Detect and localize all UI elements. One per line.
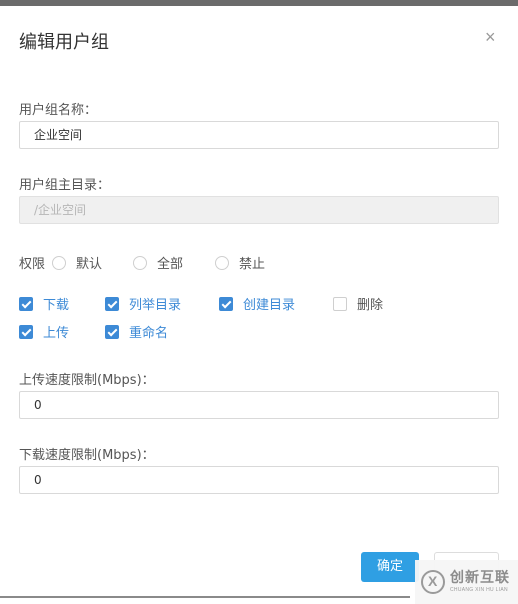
checkbox-list-directory-label: 列举目录: [129, 298, 182, 313]
radio-deny[interactable]: 禁止: [215, 253, 265, 272]
watermark-text-block: 创新互联 CHUANG XIN HU LIAN: [450, 571, 510, 593]
radio-circle-icon: [133, 255, 147, 270]
checkbox-download[interactable]: 下载: [19, 294, 69, 313]
checkbox-delete[interactable]: 删除: [333, 294, 383, 313]
group-name-input[interactable]: 企业空间: [19, 121, 499, 149]
close-icon[interactable]: ×: [485, 28, 496, 46]
download-limit-label: 下载速度限制(Mbps)：: [19, 448, 155, 463]
bottom-divider: [0, 596, 410, 598]
watermark-text: 创新互联: [450, 570, 510, 586]
checkbox-list-directory[interactable]: 列举目录: [105, 294, 181, 313]
home-dir-input: /企业空间: [19, 196, 499, 224]
home-dir-label: 用户组主目录：: [19, 178, 111, 193]
checkbox-checked-icon: [19, 324, 33, 339]
radio-deny-label: 禁止: [239, 257, 266, 272]
upload-limit-label: 上传速度限制(Mbps)：: [19, 373, 155, 388]
checkbox-create-directory[interactable]: 创建目录: [219, 294, 295, 313]
checkbox-rename[interactable]: 重命名: [105, 322, 168, 341]
watermark: 创新互联 CHUANG XIN HU LIAN: [415, 560, 518, 604]
watermark-logo-icon: [421, 570, 445, 594]
radio-circle-icon: [215, 255, 229, 270]
checkbox-create-directory-label: 创建目录: [243, 298, 296, 313]
radio-default-label: 默认: [76, 257, 103, 272]
checkbox-delete-label: 删除: [357, 298, 384, 313]
watermark-subtext: CHUANG XIN HU LIAN: [450, 587, 508, 593]
radio-all-label: 全部: [157, 257, 184, 272]
checkbox-unchecked-icon: [333, 296, 347, 311]
checkbox-rename-label: 重命名: [129, 326, 169, 341]
dialog-title: 编辑用户组: [19, 32, 109, 53]
upload-limit-input[interactable]: 0: [19, 391, 499, 419]
radio-default[interactable]: 默认: [52, 253, 102, 272]
radio-circle-icon: [52, 255, 66, 270]
group-name-label: 用户组名称：: [19, 103, 98, 118]
checkbox-checked-icon: [105, 324, 119, 339]
permission-label: 权限: [19, 257, 46, 272]
checkbox-upload-label: 上传: [43, 326, 70, 341]
radio-all[interactable]: 全部: [133, 253, 183, 272]
checkbox-checked-icon: [105, 296, 119, 311]
checkbox-checked-icon: [19, 296, 33, 311]
edit-user-group-dialog: 编辑用户组 × 用户组名称： 企业空间 用户组主目录： /企业空间 权限 默认 …: [0, 6, 518, 604]
checkbox-checked-icon: [219, 296, 233, 311]
checkbox-download-label: 下载: [43, 298, 70, 313]
checkbox-upload[interactable]: 上传: [19, 322, 69, 341]
download-limit-input[interactable]: 0: [19, 466, 499, 494]
confirm-button[interactable]: 确定: [361, 552, 419, 582]
